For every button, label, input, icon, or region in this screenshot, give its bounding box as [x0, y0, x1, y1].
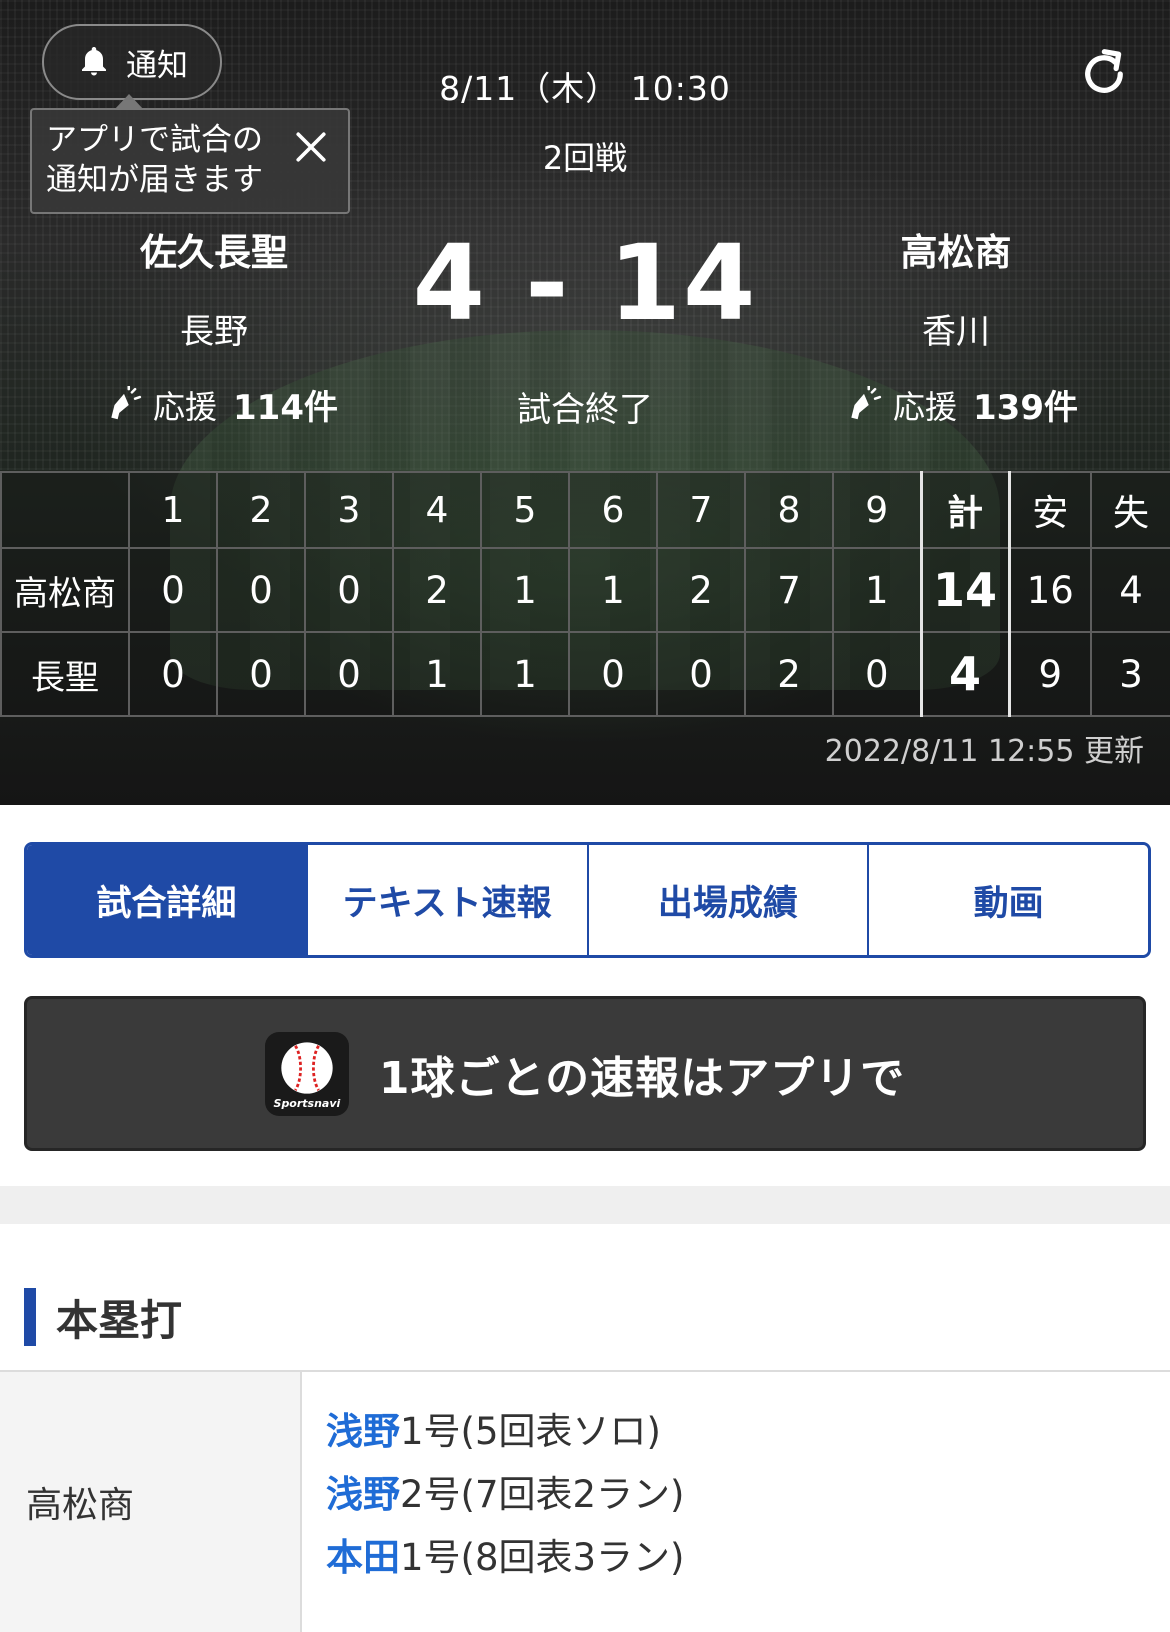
sportsnavi-app-icon: Sportsnavi [264, 1031, 349, 1116]
final-score: 4 - 14 [412, 222, 758, 344]
home-run-item: 浅野1号(5回表ソロ) [326, 1400, 1170, 1463]
total-errors: 4 [1090, 547, 1170, 633]
tab-game-details[interactable]: 試合詳細 [27, 845, 308, 955]
inning-score: 1 [480, 631, 570, 717]
total-errors: 3 [1090, 631, 1170, 717]
home-runs-team: 高松商 [0, 1372, 302, 1632]
scoreboard-header-cell [0, 471, 130, 549]
inning-score: 0 [304, 547, 394, 633]
inning-score: 7 [744, 547, 834, 633]
scoreboard-header-cell: 8 [744, 471, 834, 549]
inning-score: 1 [568, 547, 658, 633]
inning-score: 2 [656, 547, 746, 633]
tab-player-stats[interactable]: 出場成績 [588, 845, 870, 955]
inning-score: 0 [832, 631, 922, 717]
cheer-right-button[interactable]: 応援 139件 [845, 380, 1078, 429]
inning-score: 1 [392, 631, 482, 717]
inning-score: 0 [128, 631, 218, 717]
cheer-left-count: 114件 [233, 388, 338, 428]
megaphone-icon [851, 385, 882, 419]
game-header: 通知 アプリで試合の通知が届きます 8/11（木） 10:30 2回戦 佐久長聖… [0, 0, 1170, 805]
total-runs: 14 [919, 547, 1011, 633]
inning-score: 0 [568, 631, 658, 717]
home-runs-heading: 本塁打 [24, 1288, 182, 1346]
app-promo-banner[interactable]: Sportsnavi 1球ごとの速報はアプリで [24, 996, 1146, 1151]
scoreboard-header-cell: 9 [832, 471, 922, 549]
tab-text-live[interactable]: テキスト速報 [307, 845, 589, 955]
game-tabs: 試合詳細 テキスト速報 出場成績 動画 [24, 842, 1151, 958]
cheer-left-label: 応援 [153, 387, 218, 426]
tab-video[interactable]: 動画 [869, 845, 1148, 955]
home-runs-table: 高松商 浅野1号(5回表ソロ) 浅野2号(7回表2ラン) 本田1号(8回表3ラン… [0, 1370, 1170, 1632]
app-promo-text: 1球ごとの速報はアプリで [378, 1052, 906, 1104]
inning-score: 0 [216, 631, 306, 717]
home-run-detail: 1号(8回表3ラン) [400, 1536, 685, 1579]
inning-score: 0 [304, 631, 394, 717]
player-link[interactable]: 浅野 [326, 1473, 400, 1516]
home-runs-list: 浅野1号(5回表ソロ) 浅野2号(7回表2ラン) 本田1号(8回表3ラン) [302, 1372, 1170, 1632]
home-runs-title: 本塁打 [56, 1295, 183, 1345]
team-right-prefecture: 香川 [922, 312, 990, 352]
team-left-prefecture: 長野 [180, 312, 248, 352]
game-datetime: 8/11（木） 10:30 [439, 69, 731, 108]
cheer-right-label: 応援 [893, 387, 958, 426]
cheer-right-count: 139件 [973, 388, 1078, 428]
section-divider [0, 1186, 1170, 1224]
inning-score: 2 [392, 547, 482, 633]
inning-score: 1 [480, 547, 570, 633]
inning-score: 0 [128, 547, 218, 633]
baseball-icon [281, 1041, 333, 1094]
total-runs: 4 [919, 631, 1011, 717]
total-hits: 16 [1008, 547, 1092, 633]
updated-timestamp: 2022/8/11 12:55 更新 [824, 734, 1144, 769]
scoreboard-row: 長聖 0 0 0 1 1 0 0 2 0 4 9 3 [0, 631, 1170, 717]
reload-icon[interactable] [1078, 48, 1130, 100]
scoreboard-team: 長聖 [0, 631, 130, 717]
home-run-item: 浅野2号(7回表2ラン) [326, 1463, 1170, 1526]
heading-accent-bar [24, 1288, 36, 1346]
game-round: 2回戦 [542, 139, 628, 177]
team-left[interactable]: 佐久長聖 長野 [64, 222, 364, 353]
scoreboard-row: 高松商 0 0 0 2 1 1 2 7 1 14 16 4 [0, 547, 1170, 633]
team-left-name: 佐久長聖 [140, 231, 288, 274]
scoreboard-header-cell: 6 [568, 471, 658, 549]
team-right[interactable]: 高松商 香川 [806, 222, 1106, 353]
megaphone-icon [111, 385, 142, 419]
scoreboard-table: 1 2 3 4 5 6 7 8 9 計 安 失 高松商 0 0 0 2 1 1 … [0, 471, 1170, 717]
player-link[interactable]: 浅野 [326, 1410, 400, 1453]
inning-score: 0 [656, 631, 746, 717]
scoreboard-header-cell: 1 [128, 471, 218, 549]
scoreboard-header-cell: 3 [304, 471, 394, 549]
team-right-name: 高松商 [900, 231, 1012, 274]
total-hits: 9 [1008, 631, 1092, 717]
scoreboard-header-cell: 2 [216, 471, 306, 549]
inning-score: 0 [216, 547, 306, 633]
scoreboard-header-errors: 失 [1090, 471, 1170, 549]
inning-score: 2 [744, 631, 834, 717]
app-icon-brand: Sportsnavi [273, 1096, 341, 1110]
home-run-detail: 2号(7回表2ラン) [400, 1473, 685, 1516]
home-run-detail: 1号(5回表ソロ) [400, 1410, 661, 1453]
player-link[interactable]: 本田 [326, 1536, 400, 1579]
scoreboard-header-cell: 7 [656, 471, 746, 549]
home-run-item: 本田1号(8回表3ラン) [326, 1526, 1170, 1589]
inning-score: 1 [832, 547, 922, 633]
scoreboard-team: 高松商 [0, 547, 130, 633]
scoreboard-header-hits: 安 [1008, 471, 1092, 549]
scoreboard-header-total: 計 [919, 471, 1011, 549]
scoreboard-header-row: 1 2 3 4 5 6 7 8 9 計 安 失 [0, 471, 1170, 549]
scoreboard-header-cell: 5 [480, 471, 570, 549]
cheer-left-button[interactable]: 応援 114件 [105, 380, 338, 429]
scoreboard-header-cell: 4 [392, 471, 482, 549]
